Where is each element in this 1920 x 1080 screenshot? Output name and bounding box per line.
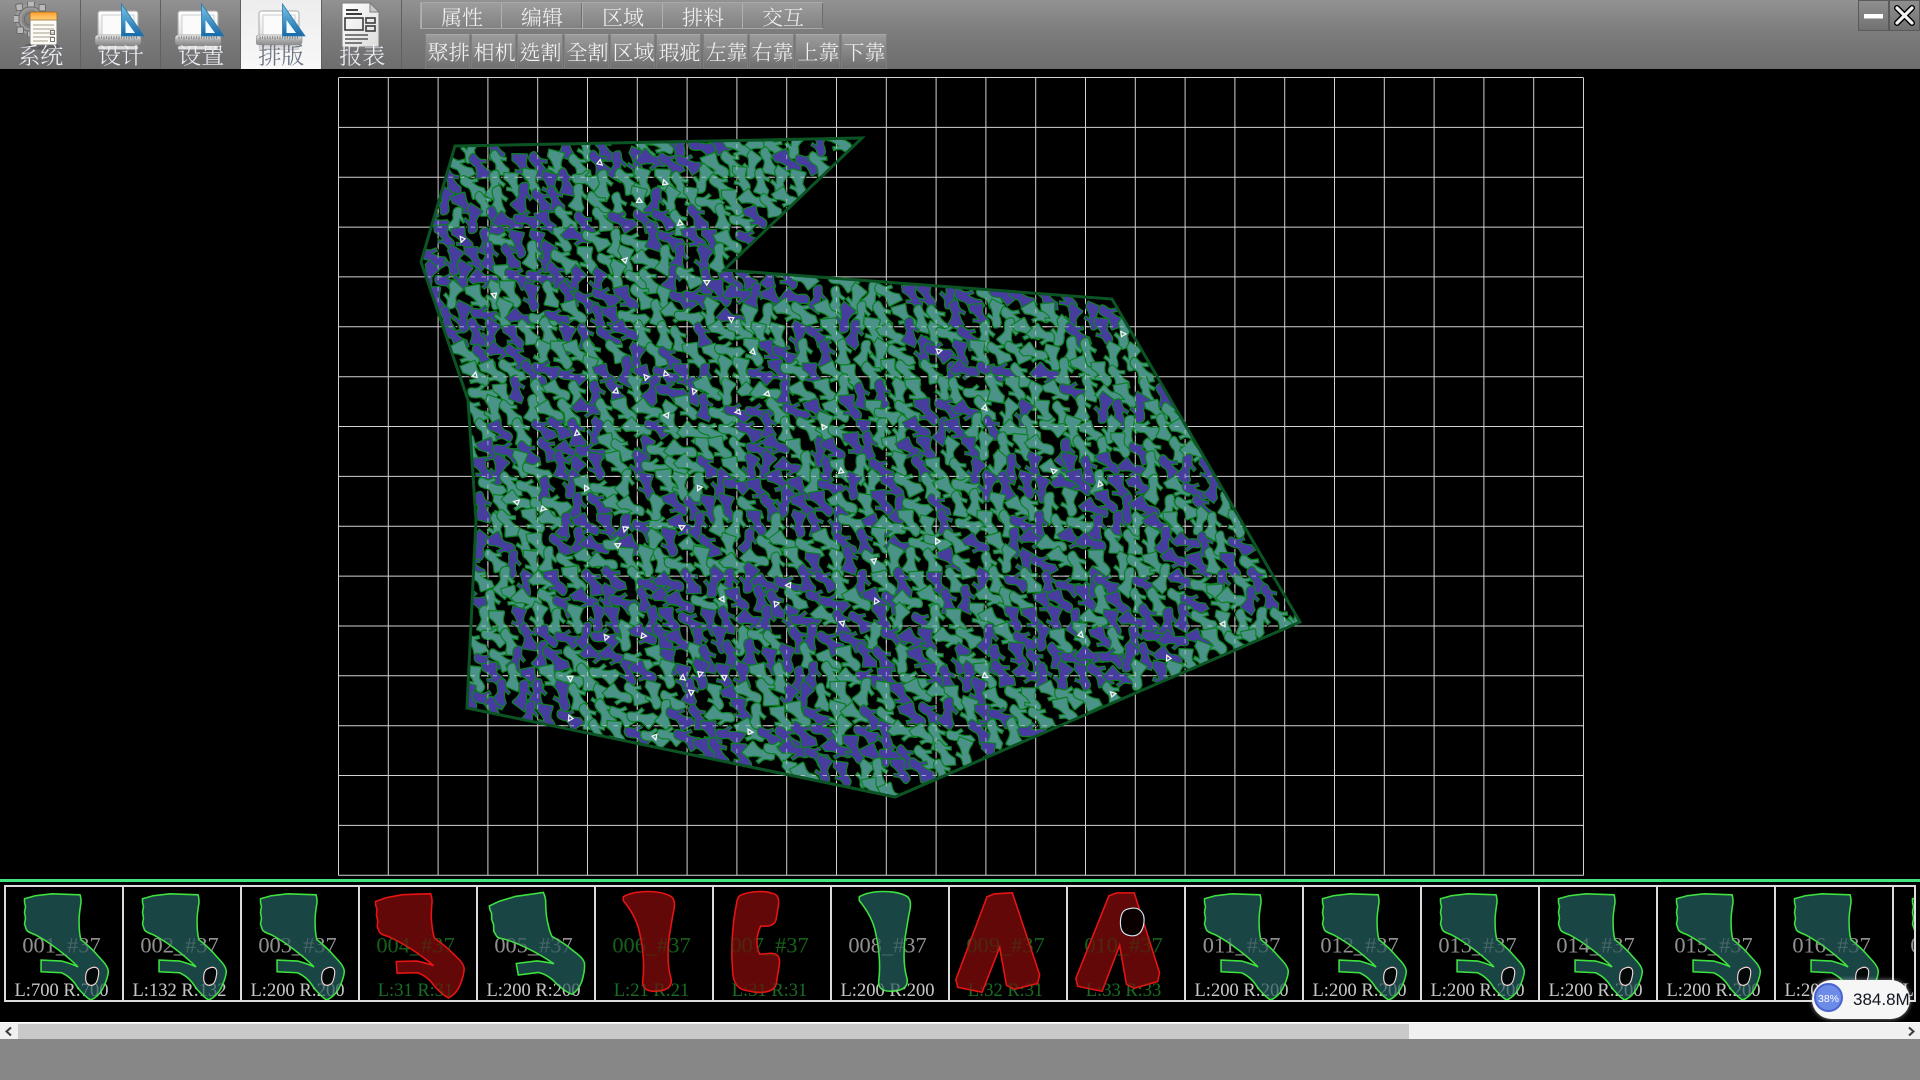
- svg-text:L:200 R:200: L:200 R:200: [487, 981, 581, 1000]
- svg-text:006_#37: 006_#37: [612, 932, 690, 957]
- svg-text:017_#37: 017_#37: [1910, 932, 1916, 957]
- svg-text:016_#37: 016_#37: [1792, 932, 1870, 957]
- svg-text:012_#37: 012_#37: [1320, 932, 1398, 957]
- svg-text:003_#37: 003_#37: [258, 932, 336, 957]
- svg-text:009_#37: 009_#37: [966, 932, 1044, 957]
- svg-text:L:700 R:700: L:700 R:700: [15, 981, 109, 1000]
- svg-text:013_#37: 013_#37: [1438, 932, 1516, 957]
- svg-text:L:31 R:31: L:31 R:31: [732, 981, 808, 1000]
- svg-text:L:200 R:200: L:200 R:200: [1549, 981, 1643, 1000]
- svg-text:L:200 R:200: L:200 R:200: [1667, 981, 1761, 1000]
- svg-text:010_#37: 010_#37: [1084, 932, 1162, 957]
- svg-text:L:32 R:31: L:32 R:31: [968, 981, 1044, 1000]
- svg-text:L:200 R:200: L:200 R:200: [251, 981, 345, 1000]
- svg-text:015_#37: 015_#37: [1674, 932, 1752, 957]
- svg-text:L:33 R:33: L:33 R:33: [1086, 981, 1162, 1000]
- svg-text:002_#37: 002_#37: [140, 932, 218, 957]
- svg-text:001_#37: 001_#37: [22, 932, 100, 957]
- svg-text:004_#37: 004_#37: [376, 932, 454, 957]
- svg-text:L:132 R:132: L:132 R:132: [133, 981, 227, 1000]
- svg-text:008_#37: 008_#37: [848, 932, 926, 957]
- svg-text:011_#37: 011_#37: [1203, 932, 1281, 957]
- svg-text:L:31 R:31: L:31 R:31: [378, 981, 454, 1000]
- svg-text:L:200 R:200: L:200 R:200: [1195, 981, 1289, 1000]
- svg-text:005_#37: 005_#37: [494, 932, 572, 957]
- svg-text:L:200 R:200: L:200 R:200: [841, 981, 935, 1000]
- svg-text:007_#37: 007_#37: [730, 932, 808, 957]
- svg-text:L:200 R:200: L:200 R:200: [1431, 981, 1525, 1000]
- svg-text:L:200 R:200: L:200 R:200: [1313, 981, 1407, 1000]
- svg-text:L:21 R:21: L:21 R:21: [614, 981, 690, 1000]
- svg-text:014_#37: 014_#37: [1556, 932, 1634, 957]
